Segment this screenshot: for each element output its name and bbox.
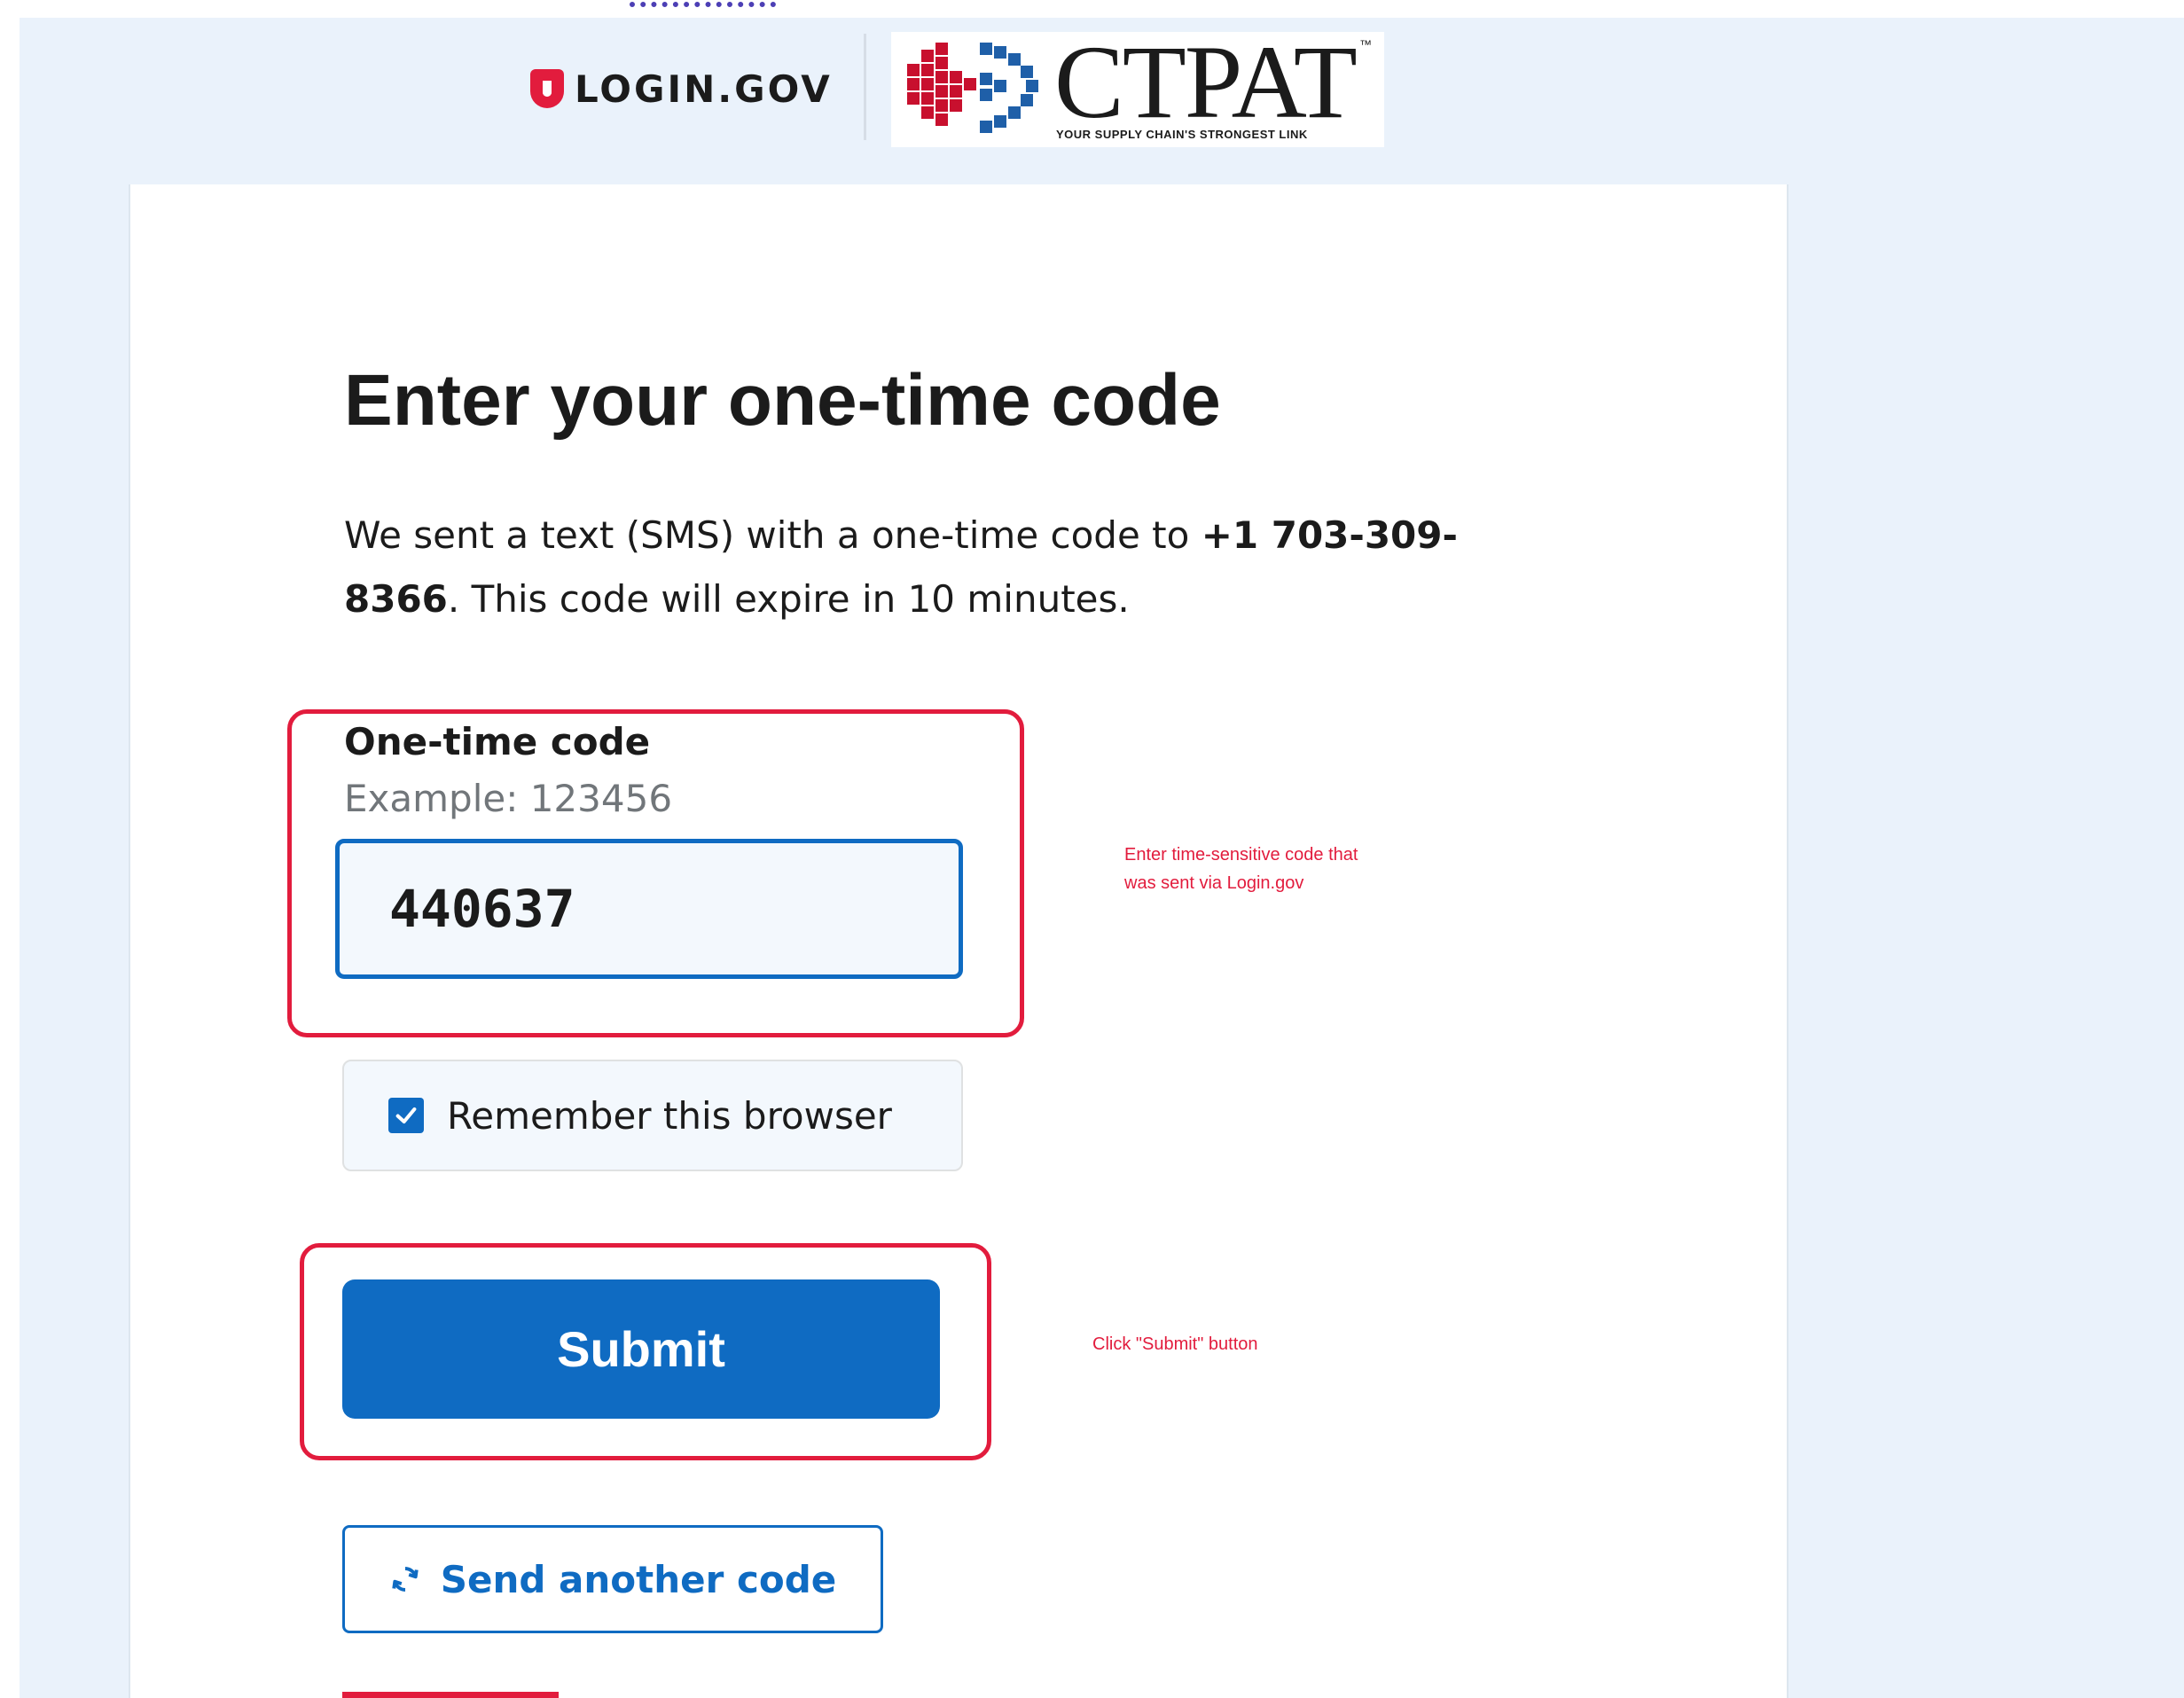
page-title: Enter your one-time code (344, 360, 1221, 441)
send-another-code-label: Send another code (440, 1557, 837, 1601)
checkbox-checked-icon[interactable] (388, 1098, 424, 1133)
logo-divider (864, 34, 866, 140)
one-time-code-input[interactable] (335, 839, 963, 979)
remember-browser-label: Remember this browser (447, 1093, 892, 1138)
ctpat-emblem-icon (907, 43, 1038, 133)
remember-browser-checkbox[interactable]: Remember this browser (342, 1060, 963, 1171)
code-note-line-2: was sent via Login.gov (1124, 873, 1304, 893)
submit-button[interactable]: Submit (342, 1279, 940, 1419)
checkmark-icon (395, 1107, 417, 1124)
send-another-code-button[interactable]: Send another code (342, 1525, 883, 1633)
code-field-hint: Example: 123456 (344, 777, 673, 820)
refresh-icon (392, 1567, 419, 1592)
login-gov-logo: LOGIN.GOV (530, 67, 833, 111)
ctpat-logo: CTPAT ™ YOUR SUPPLY CHAIN'S STRONGEST LI… (891, 24, 1384, 147)
code-field-label: One-time code (344, 720, 651, 763)
intro-text-after: . This code will expire in 10 minutes. (447, 577, 1130, 621)
ctpat-trademark: ™ (1359, 37, 1372, 51)
code-note-line-1: Enter time-sensitive code that (1124, 845, 1358, 865)
ctpat-wordmark: CTPAT (1054, 24, 1358, 140)
focus-indicator-dots (630, 2, 776, 14)
bottom-highlight-edge (342, 1692, 559, 1698)
intro-text-before: We sent a text (SMS) with a one-time cod… (344, 513, 1202, 557)
intro-text: We sent a text (SMS) with a one-time cod… (344, 504, 1541, 631)
login-gov-logo-text: LOGIN.GOV (575, 67, 833, 111)
submit-annotation: Click "Submit" button (1092, 1334, 1258, 1354)
ctpat-tagline: YOUR SUPPLY CHAIN'S STRONGEST LINK (1056, 128, 1308, 141)
code-field-annotation: Enter time-sensitive code that was sent … (1124, 841, 1358, 897)
shield-icon (530, 69, 564, 108)
